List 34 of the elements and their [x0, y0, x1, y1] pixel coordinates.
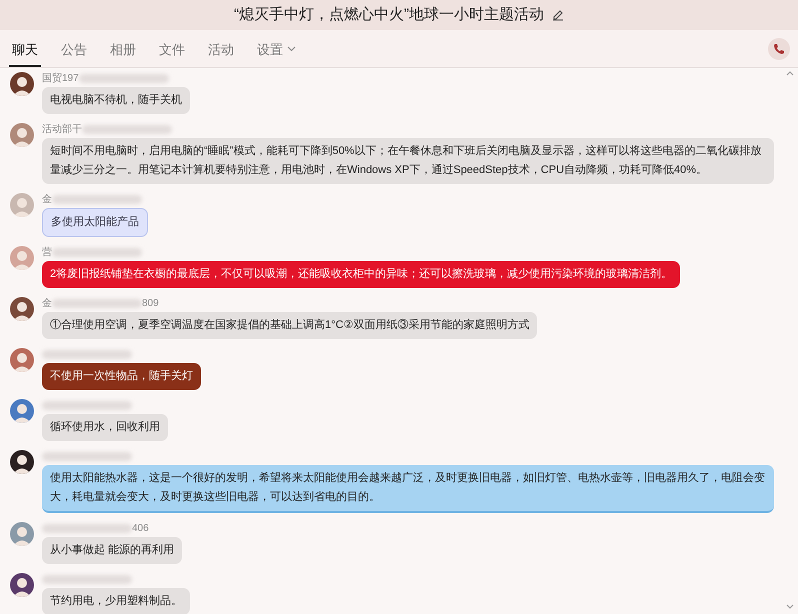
message-bubble: 电视电脑不待机，随手关机 [42, 87, 190, 114]
tab[interactable]: 设置 [254, 40, 299, 67]
tab[interactable]: 公告 [58, 40, 90, 67]
avatar[interactable] [10, 72, 34, 96]
sender-name: 406 [132, 522, 149, 536]
avatar[interactable] [10, 573, 34, 597]
caret-icon [287, 46, 296, 52]
message-bubble: 从小事做起 能源的再利用 [42, 537, 182, 564]
message-bubble: 节约用电，少用塑料制品。 [42, 588, 190, 614]
sender-name: 国贸197 [42, 72, 79, 86]
sender-name: 809 [142, 297, 159, 311]
tab[interactable]: 活动 [205, 40, 237, 67]
message-bubble: ①合理使用空调，夏季空调温度在国家提倡的基础上调高1°C②双面用纸③采用节能的家庭照明方式 [42, 312, 538, 339]
sender-name: 活动部干 [42, 122, 82, 137]
sender-name: 营 [42, 246, 52, 260]
message-bubble: 循环使用水，回收利用 [42, 414, 168, 441]
edit-icon[interactable] [552, 9, 564, 21]
message-bubble: 使用太阳能热水器，这是一个很好的发明，希望将来太阳能使用会越来越广泛，及时更换旧电器，如旧灯管、电热水壶等，旧电器用久了，电阻会变大，耗电量就会变大，及时更换这些旧电器，可以达到省电的目的。 [42, 465, 774, 513]
avatar[interactable] [10, 450, 34, 474]
sender-name: 金 [42, 297, 52, 311]
tab[interactable]: 相册 [107, 40, 139, 67]
tab[interactable]: 文件 [156, 40, 188, 67]
message-bubble: 多使用太阳能产品 [42, 208, 148, 237]
message-bubble: 2将废旧报纸铺垫在衣橱的最底层，不仅可以吸潮，还能吸收衣柜中的异味；还可以擦洗玻璃，减少使用污染环境的玻璃清洁剂。 [42, 261, 680, 288]
sender-name: 金 [42, 193, 52, 207]
tab[interactable]: 聊天 [9, 40, 41, 67]
scroll-up-icon[interactable] [786, 70, 794, 76]
message-bubble: 不使用一次性物品，随手关灯 [42, 363, 201, 390]
call-button[interactable] [768, 38, 790, 60]
window-title: “熄灭手中灯，点燃心中火”地球一小时主题活动 [234, 4, 544, 25]
phone-icon [773, 43, 785, 55]
message-bubble: 短时间不用电脑时，启用电脑的“睡眠”模式，能耗可下降到50%以下；在午餐休息和下班后关闭电脑及显示器，这样可以将这些电器的二氧化碳排放量减少三分之一。用笔记本计算机要特别注意，用电池时，在Windows XP下，通过SpeedStep技术，CPU自动降频，功耗可降低40%。 [42, 138, 774, 184]
avatar[interactable] [10, 297, 34, 321]
scroll-down-icon[interactable] [786, 604, 794, 610]
